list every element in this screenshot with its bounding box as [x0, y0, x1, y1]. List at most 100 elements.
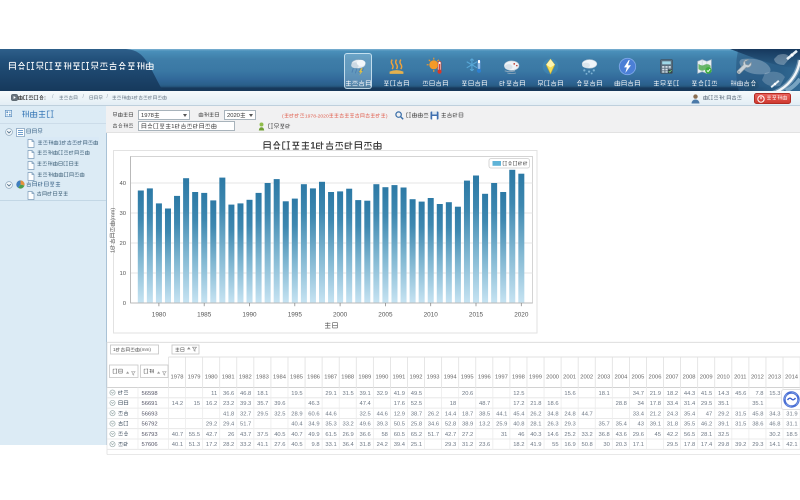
svg-text:17.2: 17.2: [206, 442, 217, 448]
svg-text:1992: 1992: [410, 375, 423, 381]
svg-text:51.7: 51.7: [428, 432, 439, 438]
svg-text:2015: 2015: [469, 312, 484, 319]
svg-text:9.8: 9.8: [312, 442, 320, 448]
svg-text:35.4: 35.4: [616, 422, 628, 428]
svg-text:29.3: 29.3: [564, 422, 575, 428]
svg-text:39.1: 39.1: [718, 422, 729, 428]
svg-text:38.7: 38.7: [411, 411, 422, 417]
svg-text:2003: 2003: [597, 375, 610, 381]
svg-text:44.6: 44.6: [325, 411, 336, 417]
svg-text:35.4: 35.4: [684, 411, 696, 417]
svg-text:21.8: 21.8: [530, 401, 541, 407]
svg-text:15.6: 15.6: [564, 391, 575, 397]
svg-text:43.6: 43.6: [616, 432, 627, 438]
svg-text:1978-2020: 1978-2020: [305, 113, 329, 119]
svg-text:2002: 2002: [580, 375, 593, 381]
svg-text:40.1: 40.1: [172, 442, 183, 448]
svg-text:51.3: 51.3: [189, 442, 200, 448]
svg-text:65.2: 65.2: [411, 432, 422, 438]
svg-text:): ): [386, 113, 388, 119]
svg-text:33.2: 33.2: [582, 432, 593, 438]
svg-text:2000: 2000: [546, 375, 559, 381]
svg-text:34.3: 34.3: [769, 411, 780, 417]
svg-text:29.4: 29.4: [223, 422, 235, 428]
svg-text:10: 10: [119, 271, 126, 277]
svg-text:1986: 1986: [307, 375, 320, 381]
svg-text:39.3: 39.3: [240, 401, 251, 407]
svg-text:45.4: 45.4: [513, 411, 525, 417]
svg-text:31.8: 31.8: [360, 442, 371, 448]
svg-text:45: 45: [655, 432, 661, 438]
svg-text:56691: 56691: [142, 401, 158, 407]
svg-text:18.2: 18.2: [667, 391, 678, 397]
svg-text:28.9: 28.9: [291, 411, 302, 417]
svg-text:37.5: 37.5: [257, 432, 268, 438]
svg-text:57606: 57606: [142, 442, 158, 448]
svg-text:14.3: 14.3: [718, 391, 729, 397]
svg-text:58: 58: [381, 432, 387, 438]
svg-text:21.2: 21.2: [650, 411, 661, 417]
svg-text:60.5: 60.5: [394, 432, 405, 438]
svg-text:44.6: 44.6: [377, 411, 388, 417]
svg-text:2005: 2005: [378, 312, 393, 319]
svg-text:1: 1: [171, 124, 174, 130]
svg-text:14.2: 14.2: [172, 401, 183, 407]
svg-text:11: 11: [211, 391, 217, 397]
svg-text:47.4: 47.4: [360, 401, 372, 407]
svg-text:24.3: 24.3: [667, 411, 678, 417]
svg-text:42.1: 42.1: [786, 442, 797, 448]
svg-text:14.4: 14.4: [445, 411, 457, 417]
svg-text:18.5: 18.5: [786, 432, 797, 438]
svg-text:39.3: 39.3: [377, 422, 388, 428]
svg-text:31.5: 31.5: [343, 391, 354, 397]
svg-text:28.1: 28.1: [530, 422, 541, 428]
svg-text:1: 1: [310, 141, 315, 151]
svg-text:51.7: 51.7: [240, 422, 251, 428]
svg-text:20: 20: [119, 241, 126, 247]
svg-text:1994: 1994: [444, 375, 458, 381]
svg-text:29.2: 29.2: [206, 422, 217, 428]
svg-text:2020: 2020: [227, 113, 240, 119]
svg-text:1985: 1985: [197, 312, 212, 319]
svg-text:1991: 1991: [392, 375, 405, 381]
svg-text:24.2: 24.2: [377, 442, 388, 448]
svg-text:31.2: 31.2: [462, 442, 473, 448]
svg-text:31.5: 31.5: [735, 422, 746, 428]
svg-text:1999: 1999: [529, 375, 542, 381]
svg-text:25.2: 25.2: [564, 432, 575, 438]
svg-text:24.8: 24.8: [564, 411, 575, 417]
svg-text:48.7: 48.7: [479, 401, 490, 407]
svg-text:1993: 1993: [427, 375, 440, 381]
svg-text::: :: [724, 95, 725, 101]
svg-text:34.7: 34.7: [633, 391, 644, 397]
svg-text:1: 1: [58, 140, 61, 146]
svg-text:31: 31: [501, 432, 507, 438]
svg-text:23.2: 23.2: [223, 401, 234, 407]
svg-text:29.5: 29.5: [257, 411, 268, 417]
svg-text:1982: 1982: [239, 375, 252, 381]
svg-text:46.8: 46.8: [240, 391, 251, 397]
svg-text:55.5: 55.5: [189, 432, 200, 438]
svg-text:31.1: 31.1: [786, 422, 797, 428]
svg-text:2010: 2010: [424, 312, 439, 319]
svg-text:26.3: 26.3: [547, 422, 558, 428]
svg-text:42.2: 42.2: [667, 432, 678, 438]
svg-text:1981: 1981: [222, 375, 235, 381]
svg-text:2011: 2011: [734, 375, 746, 381]
svg-text:32.5: 32.5: [274, 411, 285, 417]
svg-text:2010: 2010: [717, 375, 730, 381]
svg-text:12.5: 12.5: [513, 391, 524, 397]
svg-text:40.5: 40.5: [274, 432, 285, 438]
svg-text:1979: 1979: [188, 375, 201, 381]
svg-text:1987: 1987: [324, 375, 337, 381]
svg-text:29.5: 29.5: [667, 442, 678, 448]
svg-text:32.5: 32.5: [718, 432, 729, 438]
svg-text:25.1: 25.1: [411, 442, 422, 448]
svg-text:34.9: 34.9: [308, 422, 319, 428]
svg-text:1: 1: [110, 250, 116, 253]
svg-text:2006: 2006: [649, 375, 662, 381]
svg-text:56598: 56598: [142, 391, 158, 397]
svg-text:41.8: 41.8: [223, 411, 234, 417]
svg-text:1995: 1995: [461, 375, 474, 381]
svg-text:20.3: 20.3: [616, 442, 627, 448]
